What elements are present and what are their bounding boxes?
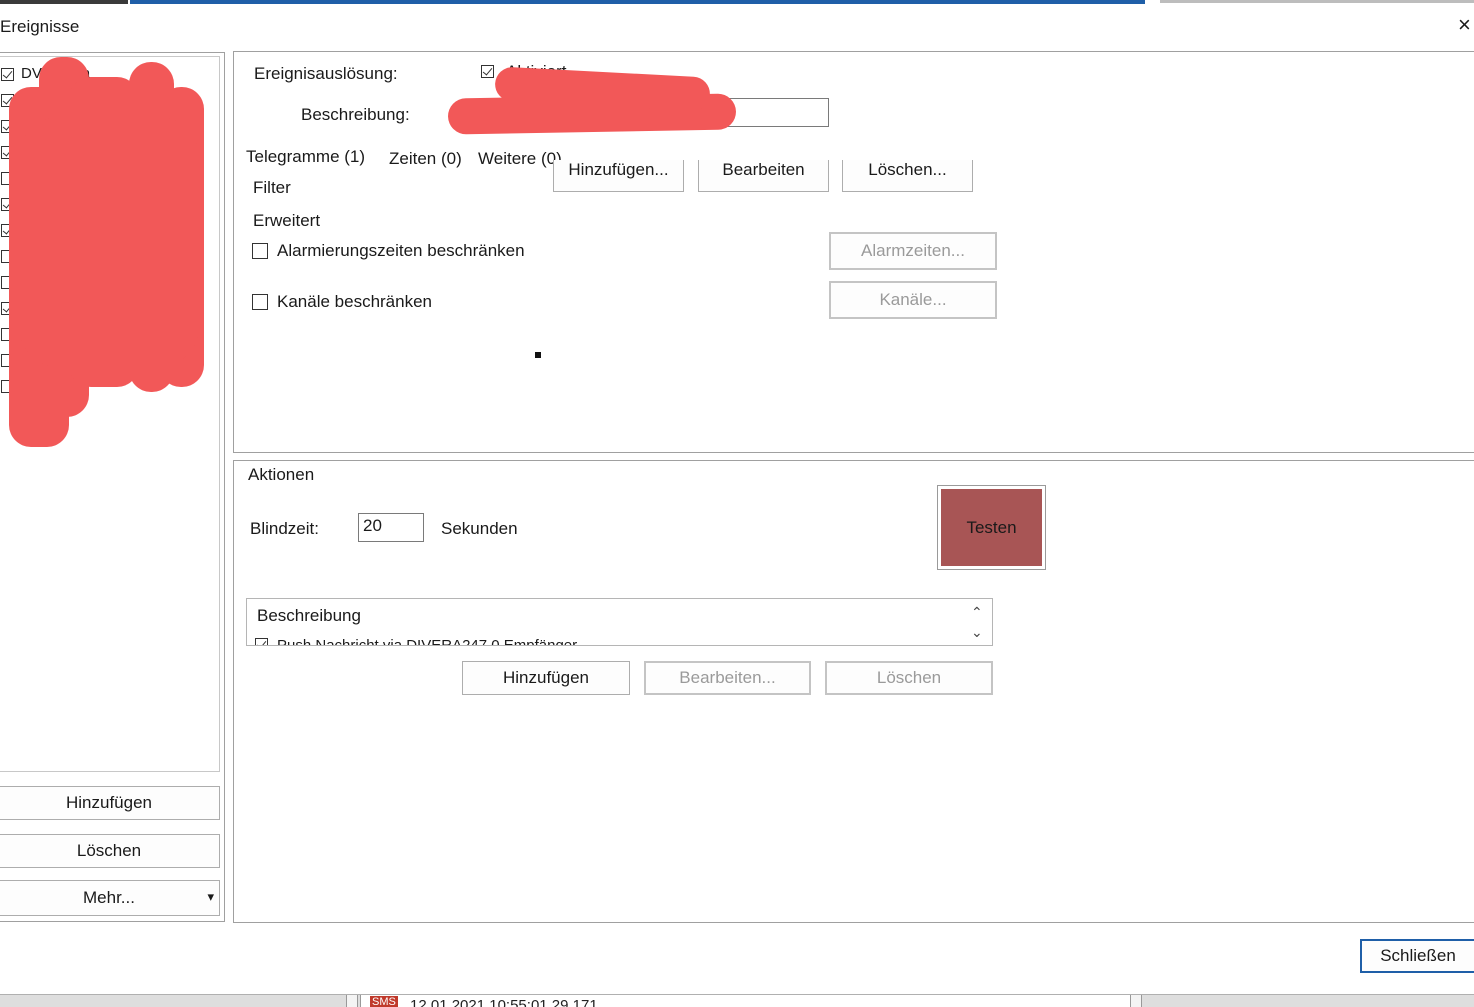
- channels-button[interactable]: Kanäle...: [829, 281, 997, 319]
- tab-telegrams[interactable]: Telegramme (1): [246, 147, 365, 167]
- trigger-label: Ereignisauslösung:: [254, 64, 398, 83]
- restrict-alarm-times-label: Alarmierungszeiten beschränken: [277, 241, 525, 260]
- restrict-channels-checkbox[interactable]: [252, 294, 268, 310]
- strip-segment: [346, 995, 358, 1007]
- window-title: Ereignisse: [0, 17, 80, 36]
- extended-label: Erweitert: [253, 211, 321, 230]
- dropdown-arrow-icon: ▾: [207, 889, 214, 904]
- strip-segment-active: [130, 0, 1145, 4]
- strip-segment: [0, 0, 128, 4]
- actions-list[interactable]: Beschreibung Push Nachricht via DIVERA24…: [246, 598, 993, 646]
- test-button-label: Testen: [966, 517, 1017, 537]
- filter-label: Filter: [253, 178, 291, 197]
- scroll-up-icon[interactable]: ⌃: [971, 605, 983, 619]
- strip-segment: [1130, 995, 1142, 1007]
- scroll-down-icon[interactable]: ⌄: [971, 625, 983, 639]
- test-button[interactable]: Testen: [937, 485, 1046, 570]
- tab-button-row: Hinzufügen... Bearbeiten Löschen...: [550, 160, 980, 193]
- cursor-dot: [535, 352, 541, 358]
- event-checkbox[interactable]: [1, 68, 14, 81]
- seconds-label: Sekunden: [441, 519, 518, 538]
- restrict-channels-label: Kanäle beschränken: [277, 292, 433, 311]
- action-item-label: Push Nachricht via DIVERA247 0 Empfänger: [277, 637, 578, 646]
- actions-title: Aktionen: [248, 465, 315, 484]
- action-add-button[interactable]: Hinzufügen: [462, 661, 630, 695]
- event-delete-button[interactable]: Löschen: [0, 834, 220, 868]
- redaction-mark: [19, 117, 199, 367]
- telegram-delete-button[interactable]: Löschen...: [842, 160, 973, 192]
- taskbar-entry-text: 12.01.2021 10:55:01 29.171: [410, 997, 598, 1007]
- event-add-button[interactable]: Hinzufügen: [0, 786, 220, 820]
- event-list[interactable]: DV a Da a.unng: [0, 56, 220, 772]
- action-edit-button[interactable]: Bearbeiten...: [644, 661, 811, 695]
- more-label: Mehr...: [83, 888, 135, 907]
- blind-time-input[interactable]: 20: [358, 513, 424, 542]
- background-window-strip: SMS 12.01.2021 10:55:01 29.171: [0, 994, 1474, 1007]
- description-label: Beschreibung:: [301, 105, 410, 124]
- restrict-alarm-times-checkbox[interactable]: [252, 243, 268, 259]
- close-icon[interactable]: ×: [1458, 14, 1471, 36]
- event-more-button[interactable]: Mehr... ▾: [0, 880, 220, 916]
- close-button[interactable]: Schließen: [1360, 939, 1474, 973]
- sms-badge: SMS: [370, 996, 398, 1007]
- tab-times[interactable]: Zeiten (0): [389, 149, 462, 169]
- telegram-edit-button[interactable]: Bearbeiten: [698, 160, 829, 192]
- alarm-times-button[interactable]: Alarmzeiten...: [829, 232, 997, 270]
- blind-time-label: Blindzeit:: [250, 519, 319, 538]
- telegram-add-button[interactable]: Hinzufügen...: [553, 160, 684, 192]
- top-window-strip: [0, 0, 1474, 4]
- active-checkbox[interactable]: [481, 65, 494, 78]
- action-item-checkbox[interactable]: [255, 638, 268, 645]
- action-delete-button[interactable]: Löschen: [825, 661, 993, 695]
- actions-list-header: Beschreibung: [257, 606, 361, 625]
- strip-segment: [1160, 0, 1474, 3]
- test-button-fill: Testen: [941, 489, 1042, 566]
